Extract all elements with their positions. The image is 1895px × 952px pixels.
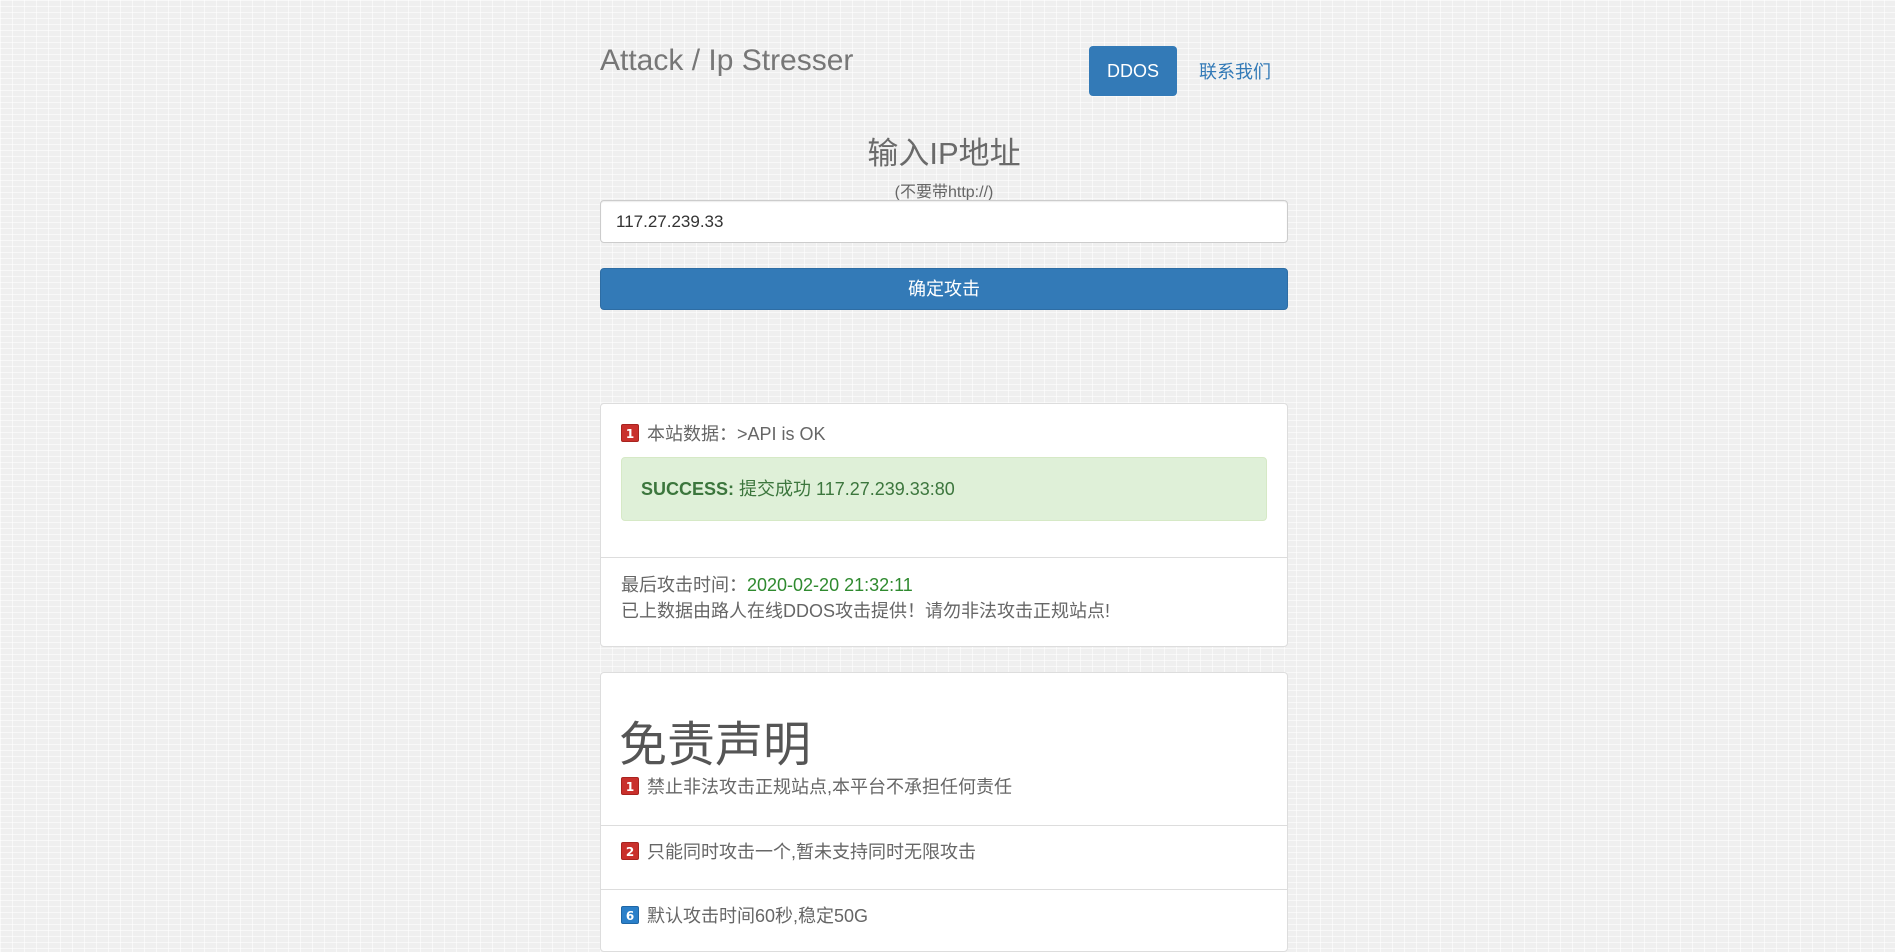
- confirm-attack-button[interactable]: 确定攻击: [600, 268, 1288, 310]
- disclaimer-item-text: 只能同时攻击一个,暂未支持同时无限攻击: [647, 842, 976, 862]
- disclaimer-panel: 免责声明 1 禁止非法攻击正规站点,本平台不承担任何责任 2 只能同时攻击一个,…: [600, 672, 1288, 952]
- disclaimer-item: 2 只能同时攻击一个,暂未支持同时无限攻击: [621, 838, 976, 864]
- disclaimer-title: 免责声明: [619, 719, 812, 772]
- success-alert: SUCCESS: 提交成功 117.27.239.33:80: [621, 457, 1267, 521]
- nav-ddos-tab[interactable]: DDOS: [1089, 46, 1177, 96]
- number-badge-icon: 6: [621, 906, 639, 924]
- data-note: 已上数据由路人在线DDOS攻击提供！请勿非法攻击正规站点!: [621, 601, 1111, 621]
- list-divider: [601, 825, 1287, 826]
- ip-address-input[interactable]: 117.27.239.33: [600, 200, 1288, 243]
- top-nav: DDOS 联系我们: [1089, 46, 1271, 96]
- disclaimer-item-text: 默认攻击时间60秒,稳定50G: [647, 906, 869, 926]
- last-attack-label: 最后攻击时间：: [621, 575, 747, 595]
- status-panel-header: 1 本站数据：>API is OK: [621, 420, 826, 446]
- alert-text: 提交成功 117.27.239.33:80: [734, 479, 955, 499]
- form-title: 输入IP地址: [867, 136, 1021, 171]
- panel-divider: [601, 557, 1287, 558]
- disclaimer-item: 6 默认攻击时间60秒,稳定50G: [621, 902, 868, 928]
- list-divider: [601, 889, 1287, 890]
- number-badge-icon: 1: [621, 424, 639, 442]
- brand-title[interactable]: Attack / Ip Stresser: [600, 44, 853, 78]
- alert-label: SUCCESS:: [641, 479, 735, 499]
- disclaimer-item-text: 禁止非法攻击正规站点,本平台不承担任何责任: [647, 777, 1012, 797]
- nav-contact-link[interactable]: 联系我们: [1199, 58, 1271, 84]
- disclaimer-item: 1 禁止非法攻击正规站点,本平台不承担任何责任: [621, 773, 1012, 799]
- form-subtitle: (不要带http://): [894, 184, 994, 201]
- status-panel-footer: 最后攻击时间：2020-02-20 21:32:11 已上数据由路人在线DDOS…: [621, 572, 1110, 624]
- last-attack-time: 2020-02-20 21:32:11: [747, 575, 913, 595]
- number-badge-icon: 1: [621, 777, 639, 795]
- status-panel: 1 本站数据：>API is OK SUCCESS: 提交成功 117.27.2…: [600, 403, 1288, 647]
- status-header-text: 本站数据：>API is OK: [647, 424, 826, 444]
- number-badge-icon: 2: [621, 842, 639, 860]
